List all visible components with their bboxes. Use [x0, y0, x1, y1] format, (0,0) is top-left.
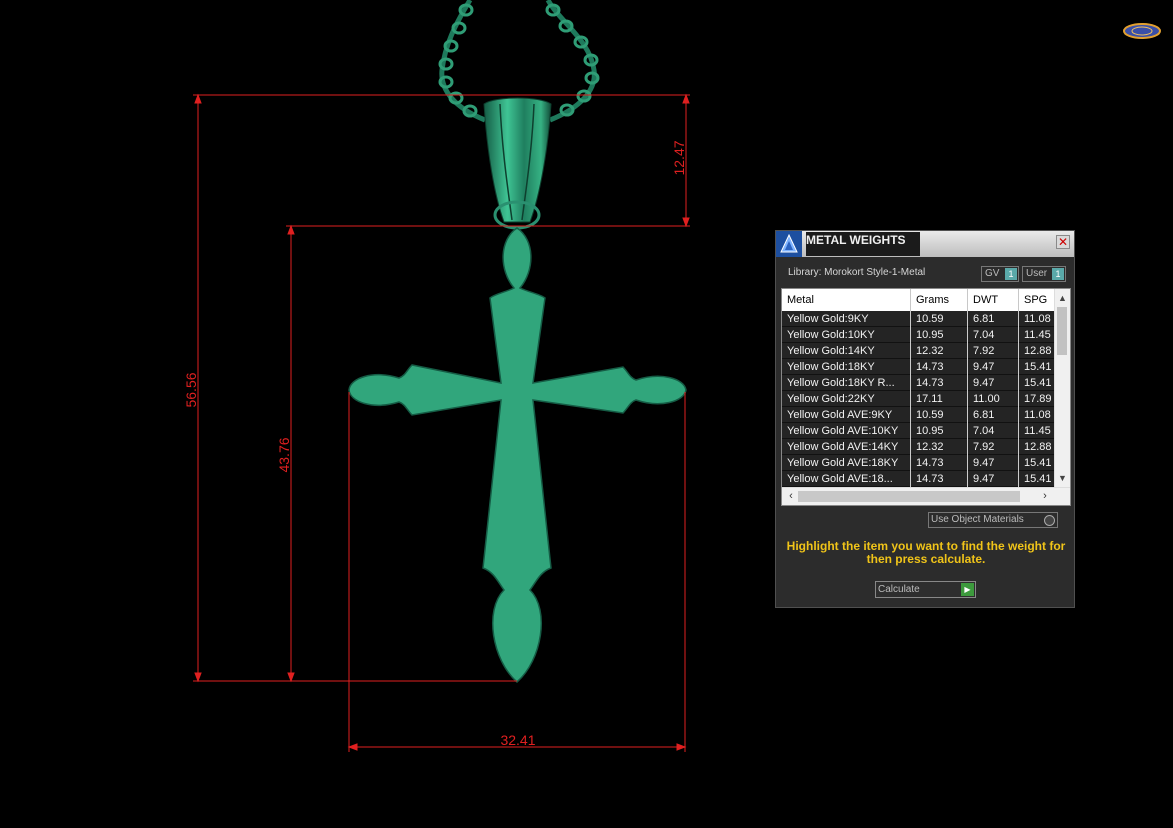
- spg-cell: 12.88: [1024, 441, 1052, 453]
- dwt-cell: 6.81: [968, 407, 1019, 423]
- metal-cell: Yellow Gold:18KY: [782, 359, 911, 375]
- table-rows: Yellow Gold:9KY 10.59 6.81 11.08 Yellow Gold…: [782, 311, 1054, 487]
- metal-cell: Yellow Gold:10KY: [782, 327, 911, 343]
- dwt-cell: 7.92: [968, 439, 1019, 455]
- dwt-cell: 6.81: [968, 311, 1019, 327]
- metal-cell: Yellow Gold:9KY: [782, 311, 911, 327]
- metal-cell: Yellow Gold AVE:18...: [782, 471, 911, 487]
- dwt-cell: 7.04: [968, 423, 1019, 439]
- dwt-cell: 9.47: [968, 359, 1019, 375]
- column-header-grams[interactable]: Grams: [911, 289, 968, 311]
- table-row[interactable]: Yellow Gold AVE:18... 14.73 9.47 15.41: [782, 471, 1054, 487]
- radio-icon[interactable]: [1044, 515, 1055, 526]
- user-toggle-value: 1: [1052, 268, 1064, 280]
- spg-cell: 15.41: [1024, 457, 1052, 469]
- grams-cell: 12.32: [911, 439, 968, 455]
- width-label: 32.41: [500, 732, 535, 748]
- dwt-cell: 7.04: [968, 327, 1019, 343]
- metal-cell: Yellow Gold AVE:9KY: [782, 407, 911, 423]
- dwt-cell: 9.47: [968, 375, 1019, 391]
- metal-cell: Yellow Gold AVE:10KY: [782, 423, 911, 439]
- spg-cell: 11.08: [1024, 409, 1051, 421]
- grams-cell: 14.73: [911, 359, 968, 375]
- metal-table: Metal Grams DWT SPG Yellow Gold:9KY 10.59…: [781, 288, 1071, 506]
- grams-cell: 17.11: [911, 391, 968, 407]
- grams-cell: 10.95: [911, 327, 968, 343]
- grams-cell: 14.73: [911, 455, 968, 471]
- use-object-materials-option[interactable]: Use Object Materials: [928, 512, 1058, 528]
- table-row[interactable]: Yellow Gold:18KY R... 14.73 9.47 15.41: [782, 375, 1054, 391]
- metal-cell: Yellow Gold:22KY: [782, 391, 911, 407]
- dwt-cell: 7.92: [968, 343, 1019, 359]
- spg-cell: 15.41: [1024, 361, 1052, 373]
- library-label: Library: Morokort Style-1-Metal: [788, 267, 926, 278]
- user-toggle-label: User: [1026, 268, 1048, 279]
- spg-cell: 15.41: [1024, 473, 1052, 485]
- spg-cell: 11.45: [1024, 425, 1051, 437]
- grams-cell: 14.73: [911, 375, 968, 391]
- metal-cell: Yellow Gold AVE:14KY: [782, 439, 911, 455]
- spg-cell: 12.88: [1024, 345, 1052, 357]
- horizontal-scrollbar[interactable]: ‹ ›: [782, 487, 1070, 505]
- grams-cell: 10.59: [911, 311, 968, 327]
- metal-cell: Yellow Gold:18KY R...: [782, 375, 911, 391]
- spg-cell: 11.08: [1024, 313, 1051, 325]
- gv-toggle[interactable]: GV 1: [981, 266, 1019, 282]
- grams-cell: 12.32: [911, 343, 968, 359]
- grams-cell: 10.59: [911, 407, 968, 423]
- scroll-down-icon[interactable]: ▼: [1055, 471, 1070, 485]
- table-row[interactable]: Yellow Gold:9KY 10.59 6.81 11.08: [782, 311, 1054, 327]
- user-toggle[interactable]: User 1: [1022, 266, 1066, 282]
- vertical-scroll-thumb[interactable]: [1057, 307, 1067, 355]
- dwt-cell: 9.47: [968, 471, 1019, 487]
- close-icon[interactable]: ✕: [1056, 235, 1070, 249]
- spg-cell: 15.41: [1024, 377, 1052, 389]
- scroll-left-icon[interactable]: ‹: [784, 488, 798, 505]
- bail-height-label: 12.47: [671, 140, 687, 175]
- dimension-lines: [193, 93, 690, 752]
- calculate-button[interactable]: Calculate ▶: [875, 581, 976, 598]
- gv-toggle-value: 1: [1005, 268, 1017, 280]
- scroll-right-icon[interactable]: ›: [1038, 488, 1052, 505]
- metal-weights-panel: METAL WEIGHTS ✕ Library: Morokort Style-…: [775, 230, 1075, 608]
- scroll-up-icon[interactable]: ▲: [1055, 291, 1070, 305]
- table-row[interactable]: Yellow Gold AVE:10KY 10.95 7.04 11.45: [782, 423, 1054, 439]
- grams-cell: 14.73: [911, 471, 968, 487]
- overall-height-label: 56.56: [183, 372, 199, 407]
- play-arrow-icon: ▶: [961, 583, 974, 596]
- metal-cell: Yellow Gold:14KY: [782, 343, 911, 359]
- cross-height-label: 43.76: [276, 437, 292, 472]
- grams-cell: 10.95: [911, 423, 968, 439]
- panel-titlebar[interactable]: METAL WEIGHTS ✕: [776, 231, 1074, 257]
- column-header-metal[interactable]: Metal: [782, 289, 911, 311]
- matrix-app-icon: [776, 231, 802, 257]
- use-object-materials-label: Use Object Materials: [931, 514, 1024, 525]
- column-header-dwt[interactable]: DWT: [968, 289, 1019, 311]
- gv-toggle-label: GV: [985, 268, 1000, 279]
- table-row[interactable]: Yellow Gold:18KY 14.73 9.47 15.41: [782, 359, 1054, 375]
- table-row[interactable]: Yellow Gold AVE:9KY 10.59 6.81 11.08: [782, 407, 1054, 423]
- cross-pendant: [348, 227, 687, 683]
- dwt-cell: 11.00: [968, 391, 1019, 407]
- hint-text: Highlight the item you want to find the …: [786, 539, 1066, 566]
- metal-cell: Yellow Gold AVE:18KY: [782, 455, 911, 471]
- table-header: Metal Grams DWT SPG: [782, 289, 1054, 311]
- calculate-label: Calculate: [878, 584, 920, 595]
- table-row[interactable]: Yellow Gold:14KY 12.32 7.92 12.88: [782, 343, 1054, 359]
- table-row[interactable]: Yellow Gold AVE:18KY 14.73 9.47 15.41: [782, 455, 1054, 471]
- pendant-bail: [483, 97, 552, 230]
- spg-cell: 11.45: [1024, 329, 1051, 341]
- table-row[interactable]: Yellow Gold:10KY 10.95 7.04 11.45: [782, 327, 1054, 343]
- vertical-scrollbar[interactable]: ▲ ▼: [1054, 289, 1070, 487]
- panel-title: METAL WEIGHTS: [806, 232, 920, 256]
- table-row[interactable]: Yellow Gold:22KY 17.11 11.00 17.89: [782, 391, 1054, 407]
- app-logo-icon[interactable]: [1122, 22, 1162, 40]
- dwt-cell: 9.47: [968, 455, 1019, 471]
- column-header-spg[interactable]: SPG: [1019, 289, 1059, 311]
- table-row[interactable]: Yellow Gold AVE:14KY 12.32 7.92 12.88: [782, 439, 1054, 455]
- horizontal-scroll-thumb[interactable]: [798, 491, 1020, 502]
- spg-cell: 17.89: [1024, 393, 1052, 405]
